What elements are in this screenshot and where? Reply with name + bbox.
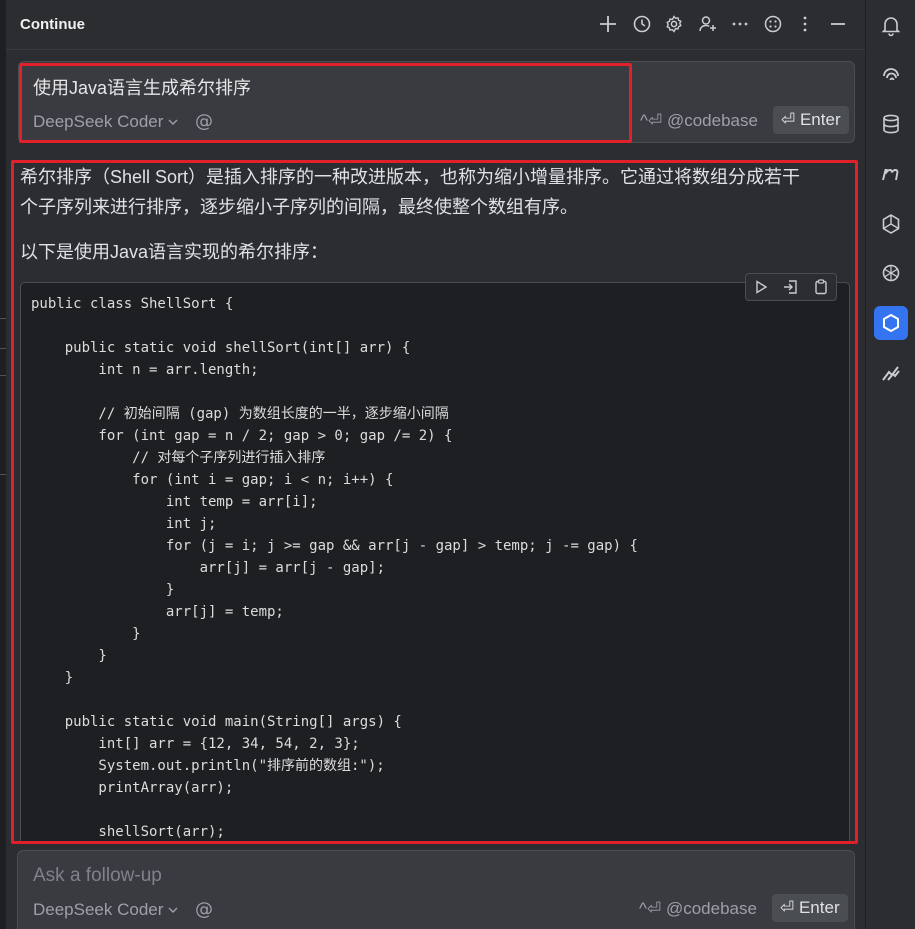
continue-plugin-icon[interactable] [874, 306, 908, 340]
plugin-menu-icon[interactable] [761, 12, 785, 36]
more-icon[interactable] [728, 12, 752, 36]
code-line: printArray(arr); [31, 780, 234, 796]
code-block: public class ShellSort { public static v… [20, 273, 850, 844]
panel-header: Continue [6, 0, 865, 50]
knot-plugin-icon[interactable] [874, 207, 908, 241]
enter-button[interactable]: ⏎ Enter [772, 894, 848, 922]
code-line: System.out.println("排序前的数组:"); [31, 758, 385, 774]
response-paragraph-line: 个子序列来进行排序，逐步缩小子序列的间隔，最终使整个数组有序。 [20, 197, 578, 217]
model-label: DeepSeek Coder [33, 112, 164, 131]
mention-at-button[interactable]: @ [195, 899, 213, 920]
assistant-response: 希尔排序（Shell Sort）是插入排序的一种改进版本，也称为缩小增量排序。它… [14, 160, 857, 844]
code-line: } [31, 626, 141, 642]
openai-icon[interactable] [874, 256, 908, 290]
code-line: public class ShellSort { [31, 296, 234, 312]
m-plugin-icon[interactable] [874, 157, 908, 191]
new-session-icon[interactable] [596, 12, 620, 36]
query-box[interactable]: 使用Java语言生成希尔排序 DeepSeek Coder @ ^⏎ @code… [18, 61, 855, 143]
followup-box[interactable]: Ask a follow-up DeepSeek Coder @ ^⏎ @cod… [17, 850, 855, 929]
code-line: public static void main(String[] args) { [31, 714, 402, 730]
code-line: int j; [31, 516, 217, 532]
code-line: int[] arr = {12, 34, 54, 2, 3}; [31, 736, 360, 752]
code-line: } [31, 648, 107, 664]
minimize-icon[interactable] [826, 12, 850, 36]
code-line: for (int i = gap; i < n; i++) { [31, 472, 394, 488]
app-window: Continue 使用Java语言生成希尔排序 DeepSeek Coder @… [0, 0, 915, 929]
model-selector[interactable]: DeepSeek Coder [33, 112, 179, 132]
enter-button[interactable]: ⏎ Enter [773, 106, 849, 134]
gear-icon[interactable] [662, 12, 686, 36]
codebase-shortcut[interactable]: ^⏎ @codebase [640, 111, 758, 131]
codebase-shortcut[interactable]: ^⏎ @codebase [639, 899, 757, 919]
response-paragraph: 以下是使用Java语言实现的希尔排序： [20, 242, 329, 262]
options-vertical-icon[interactable] [793, 12, 817, 36]
code-line: arr[j] = arr[j - gap]; [31, 560, 386, 576]
model-label: DeepSeek Coder [33, 900, 164, 919]
mention-at-button[interactable]: @ [195, 111, 213, 132]
writer-plugin-icon[interactable] [874, 357, 908, 391]
code-content[interactable]: public class ShellSort { public static v… [31, 293, 638, 843]
code-line: int n = arr.length; [31, 362, 259, 378]
code-line: for (j = i; j >= gap && arr[j - gap] > t… [31, 538, 638, 554]
insert-code-icon[interactable] [776, 274, 806, 300]
code-line: // 对每个子序列进行插入排序 [31, 450, 326, 466]
code-line: public static void shellSort(int[] arr) … [31, 340, 411, 356]
chevron-down-icon [168, 119, 178, 125]
code-line: } [31, 670, 74, 686]
code-toolbar [745, 273, 837, 301]
code-line: for (int gap = n / 2; gap > 0; gap /= 2)… [31, 428, 453, 444]
panel-title: Continue [20, 16, 85, 33]
code-line: shellSort(arr); [31, 824, 225, 840]
ai-swirl-icon[interactable] [874, 57, 908, 91]
history-icon[interactable] [630, 12, 654, 36]
run-code-icon[interactable] [746, 274, 776, 300]
code-line: } [31, 582, 175, 598]
add-user-icon[interactable] [696, 12, 720, 36]
chevron-down-icon [168, 907, 178, 913]
right-toolbar [865, 0, 915, 929]
response-paragraph-line: 希尔排序（Shell Sort）是插入排序的一种改进版本，也称为缩小增量排序。它… [20, 167, 801, 187]
followup-input[interactable]: Ask a follow-up [33, 865, 162, 887]
database-icon[interactable] [874, 107, 908, 141]
query-text[interactable]: 使用Java语言生成希尔排序 [33, 74, 251, 100]
followup-model-selector[interactable]: DeepSeek Coder [33, 900, 179, 920]
bell-icon[interactable] [874, 8, 908, 42]
copy-clipboard-icon[interactable] [806, 274, 836, 300]
code-line: int temp = arr[i]; [31, 494, 318, 510]
code-line: arr[j] = temp; [31, 604, 284, 620]
code-line: // 初始间隔 (gap) 为数组长度的一半，逐步缩小间隔 [31, 406, 449, 422]
